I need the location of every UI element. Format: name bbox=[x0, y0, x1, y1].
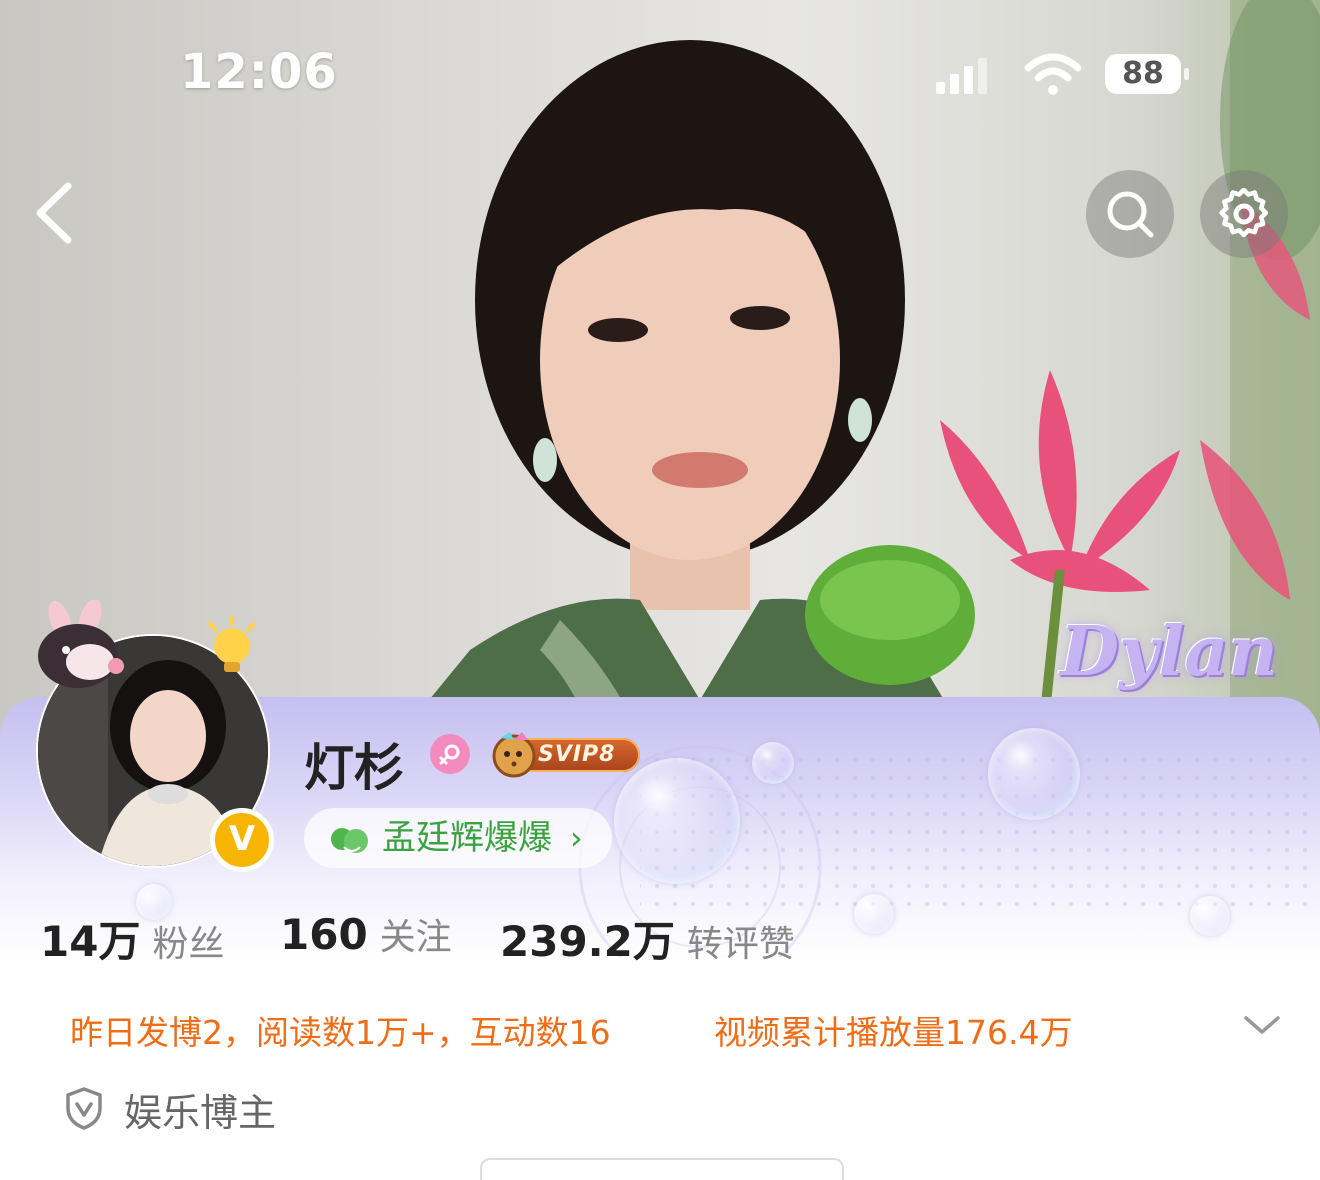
cover-sticker-text: Dylan bbox=[1060, 612, 1278, 692]
decor-bubble bbox=[854, 894, 894, 934]
sheet-handle bbox=[480, 1158, 844, 1180]
category-label: 娱乐博主 bbox=[124, 1091, 277, 1135]
lightbulb-icon bbox=[208, 616, 256, 672]
verified-badge: V bbox=[210, 808, 274, 872]
decor-bubble bbox=[752, 742, 794, 784]
username: 灯杉 bbox=[304, 739, 404, 797]
bunny-icon bbox=[38, 600, 124, 688]
fan-club-icon bbox=[331, 828, 368, 853]
video-play-count: 视频累计播放量176.4万 bbox=[714, 1013, 1073, 1052]
status-time: 12:06 bbox=[180, 44, 338, 100]
stat-label: 粉丝 bbox=[152, 924, 225, 965]
stat-label: 关注 bbox=[379, 917, 452, 958]
fan-club-button[interactable]: 孟廷辉爆爆 › bbox=[304, 808, 612, 868]
battery-level: 88 bbox=[1122, 56, 1164, 91]
chevron-right-icon: › bbox=[570, 819, 583, 857]
cookie-icon bbox=[492, 732, 536, 778]
search-icon bbox=[1107, 191, 1154, 238]
decor-bubble bbox=[1190, 896, 1230, 936]
wifi-icon bbox=[1024, 53, 1082, 95]
svip-badge[interactable]: SVIP8 bbox=[488, 730, 648, 778]
settings-button[interactable] bbox=[1200, 170, 1288, 258]
stat-value: 160 bbox=[280, 910, 368, 959]
svip-label: SVIP8 bbox=[538, 742, 616, 767]
shield-icon bbox=[66, 1087, 102, 1130]
stat-engagement[interactable]: 239.2万 转评赞 bbox=[500, 908, 795, 969]
stat-label: 转评赞 bbox=[686, 924, 795, 965]
stat-followers[interactable]: 14万 粉丝 bbox=[40, 908, 224, 969]
signal-icon bbox=[936, 58, 987, 94]
fan-club-label: 孟廷辉爆爆 bbox=[382, 818, 552, 858]
settings-icon bbox=[1219, 188, 1269, 238]
stat-value: 14万 bbox=[40, 917, 141, 966]
stat-value: 239.2万 bbox=[500, 917, 675, 966]
gender-female-icon bbox=[430, 734, 470, 774]
stat-following[interactable]: 160 关注 bbox=[280, 908, 452, 960]
battery-indicator: 88 bbox=[1105, 54, 1189, 94]
chevron-down-icon[interactable] bbox=[1242, 1010, 1282, 1040]
back-icon[interactable] bbox=[30, 180, 78, 246]
decor-bubble bbox=[988, 728, 1080, 820]
search-button[interactable] bbox=[1086, 170, 1174, 258]
activity-summary: 昨日发博2，阅读数1万+，互动数16 bbox=[70, 1013, 611, 1052]
